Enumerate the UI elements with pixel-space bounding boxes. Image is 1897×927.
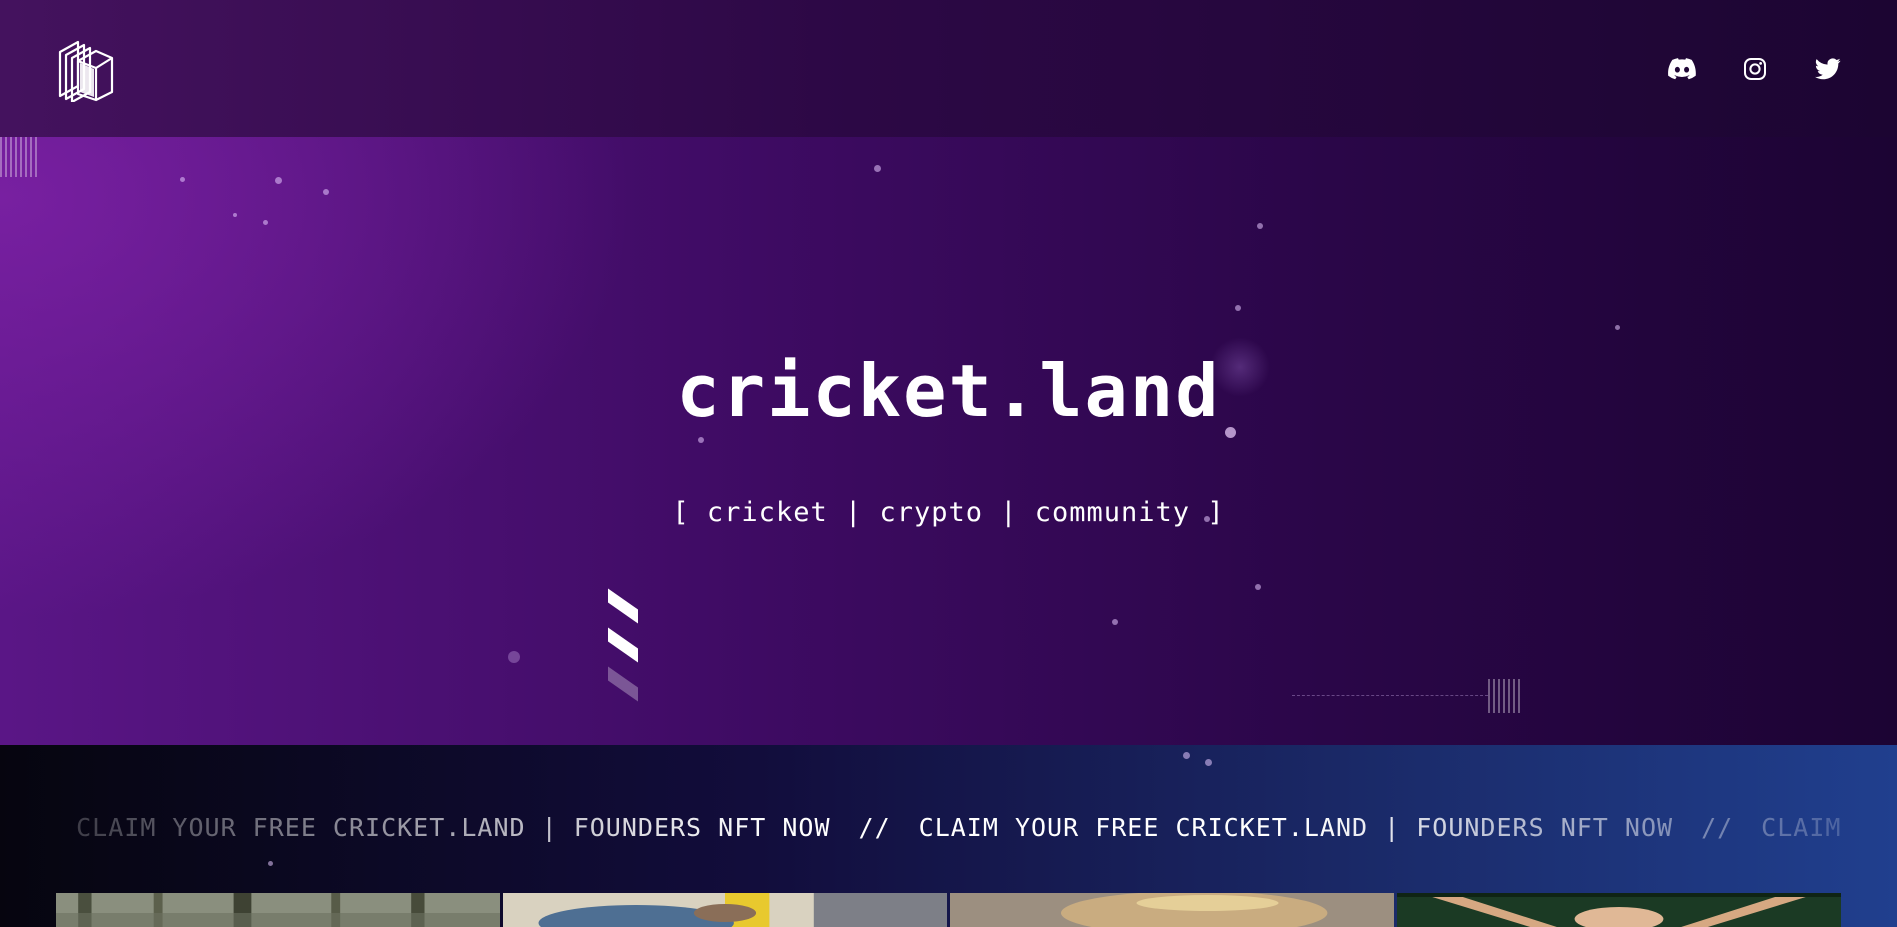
logo-icon[interactable] xyxy=(56,36,114,104)
particle xyxy=(508,651,520,663)
particle xyxy=(1615,325,1620,330)
marquee-content: // CLAIM YOUR FREE CRICKET.LAND | FOUNDER… xyxy=(56,813,1841,842)
particle xyxy=(233,213,237,217)
particle xyxy=(1257,223,1263,229)
particle xyxy=(268,861,273,866)
instagram-icon[interactable] xyxy=(1740,54,1770,84)
twitter-icon[interactable] xyxy=(1813,54,1843,84)
particle xyxy=(1255,584,1261,590)
cricketer-photo-thumbnail[interactable] xyxy=(503,893,947,927)
particle xyxy=(1183,752,1190,759)
particle xyxy=(323,189,329,195)
particle xyxy=(263,220,268,225)
hero-tagline: [ cricket | crypto | community ] xyxy=(672,497,1225,528)
discord-icon[interactable] xyxy=(1667,54,1697,84)
hatch-decoration xyxy=(0,137,40,177)
marquee-separator: // xyxy=(858,813,891,842)
dashed-line-decoration xyxy=(1292,695,1488,696)
marquee-text: CLAIM YOUR FREE CRICKET.LAND | FOUNDERS … xyxy=(918,813,1674,842)
celebration-photo-thumbnail[interactable] xyxy=(1397,893,1841,927)
stripe-decoration xyxy=(608,666,638,702)
particle xyxy=(180,177,185,182)
site-header xyxy=(0,0,1897,137)
marquee-track[interactable]: // CLAIM YOUR FREE CRICKET.LAND | FOUNDER… xyxy=(56,813,1841,849)
particle xyxy=(698,437,704,443)
particle xyxy=(1235,305,1241,311)
stripe-decoration xyxy=(608,627,638,663)
photo-gallery xyxy=(56,893,1841,927)
forest-photo-thumbnail[interactable] xyxy=(56,893,500,927)
portrait-photo-thumbnail[interactable] xyxy=(950,893,1394,927)
stripe-decoration xyxy=(608,588,638,624)
hero-title: cricket.land xyxy=(676,349,1221,433)
marquee-text: CLAIM YOUR FREE CRICKET.LAND | FOUNDERS … xyxy=(76,813,831,842)
particle xyxy=(275,177,282,184)
particle xyxy=(874,165,881,172)
hero-section: cricket.land [ cricket | crypto | commun… xyxy=(0,137,1897,745)
marquee-separator: // xyxy=(1701,813,1734,842)
marquee-text: CLAIM YOUR FREE CRICKET.LAND | FOUNDERS … xyxy=(1761,813,1841,842)
hatch-decoration xyxy=(1488,679,1522,713)
particle xyxy=(1112,619,1118,625)
particle xyxy=(1205,759,1212,766)
